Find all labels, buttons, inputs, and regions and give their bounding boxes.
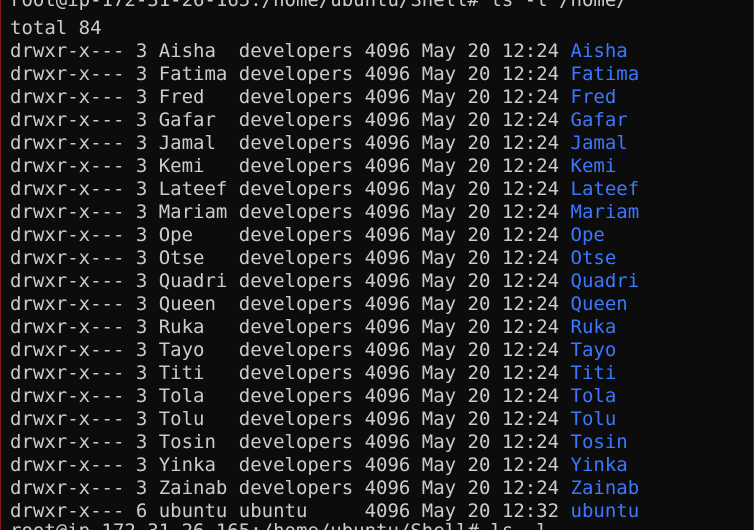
listing-row: drwxr-x--- 3 Tolu developers 4096 May 20… xyxy=(10,408,616,431)
next-command-prompt-line: root@ip-172-31-26-165:/home/ubuntu/Shell… xyxy=(10,520,548,530)
entry-metadata: drwxr-x--- 3 Aisha developers 4096 May 2… xyxy=(10,40,571,62)
directory-name: Aisha xyxy=(570,40,628,62)
directory-name: Mariam xyxy=(570,201,640,223)
directory-name: Tosin xyxy=(570,431,628,453)
listing-row: drwxr-x--- 3 Jamal developers 4096 May 2… xyxy=(10,132,628,155)
directory-name: Quadri xyxy=(570,270,640,292)
entry-metadata: drwxr-x--- 3 Mariam developers 4096 May … xyxy=(10,201,571,223)
entry-metadata: drwxr-x--- 3 Quadri developers 4096 May … xyxy=(10,270,571,292)
listing-row: drwxr-x--- 3 Kemi developers 4096 May 20… xyxy=(10,155,616,178)
entry-metadata: drwxr-x--- 3 Ope developers 4096 May 20 … xyxy=(10,224,571,246)
entry-metadata: drwxr-x--- 3 Tosin developers 4096 May 2… xyxy=(10,431,571,453)
listing-row: drwxr-x--- 3 Ruka developers 4096 May 20… xyxy=(10,316,616,339)
entry-metadata: drwxr-x--- 3 Titi developers 4096 May 20… xyxy=(10,362,571,384)
directory-name: ubuntu xyxy=(570,500,640,522)
directory-name: Fatima xyxy=(570,63,640,85)
directory-name: Otse xyxy=(570,247,617,269)
directory-name: Tola xyxy=(570,385,617,407)
listing-row: drwxr-x--- 3 Queen developers 4096 May 2… xyxy=(10,293,628,316)
directory-name: Zainab xyxy=(570,477,640,499)
entry-metadata: drwxr-x--- 3 Lateef developers 4096 May … xyxy=(10,178,571,200)
listing-row: drwxr-x--- 3 Tosin developers 4096 May 2… xyxy=(10,431,628,454)
listing-row: drwxr-x--- 3 Aisha developers 4096 May 2… xyxy=(10,40,628,63)
entry-metadata: drwxr-x--- 3 Gafar developers 4096 May 2… xyxy=(10,109,571,131)
directory-name: Tolu xyxy=(570,408,617,430)
listing-row: drwxr-x--- 3 Lateef developers 4096 May … xyxy=(10,178,639,201)
entry-metadata: drwxr-x--- 3 Tola developers 4096 May 20… xyxy=(10,385,571,407)
listing-row: drwxr-x--- 3 Quadri developers 4096 May … xyxy=(10,270,639,293)
entry-metadata: drwxr-x--- 3 Fatima developers 4096 May … xyxy=(10,63,571,85)
directory-name: Ope xyxy=(570,224,605,246)
listing-row: drwxr-x--- 3 Mariam developers 4096 May … xyxy=(10,201,639,224)
directory-name: Ruka xyxy=(570,316,617,338)
entry-metadata: drwxr-x--- 3 Zainab developers 4096 May … xyxy=(10,477,571,499)
directory-name: Queen xyxy=(570,293,628,315)
listing-row: drwxr-x--- 3 Tola developers 4096 May 20… xyxy=(10,385,616,408)
entry-metadata: drwxr-x--- 3 Fred developers 4096 May 20… xyxy=(10,86,571,108)
entry-metadata: drwxr-x--- 3 Ruka developers 4096 May 20… xyxy=(10,316,571,338)
listing-row: drwxr-x--- 3 Fred developers 4096 May 20… xyxy=(10,86,616,109)
directory-name: Tayo xyxy=(570,339,617,361)
listing-row: drwxr-x--- 3 Zainab developers 4096 May … xyxy=(10,477,639,500)
entry-metadata: drwxr-x--- 3 Kemi developers 4096 May 20… xyxy=(10,155,571,177)
listing-row: drwxr-x--- 3 Otse developers 4096 May 20… xyxy=(10,247,616,270)
entry-metadata: drwxr-x--- 6 ubuntu ubuntu 4096 May 20 1… xyxy=(10,500,571,522)
listing-row: drwxr-x--- 3 Gafar developers 4096 May 2… xyxy=(10,109,628,132)
listing-row: drwxr-x--- 3 Tayo developers 4096 May 20… xyxy=(10,339,616,362)
entry-metadata: drwxr-x--- 3 Jamal developers 4096 May 2… xyxy=(10,132,571,154)
entry-metadata: drwxr-x--- 3 Tolu developers 4096 May 20… xyxy=(10,408,571,430)
listing-row: drwxr-x--- 3 Fatima developers 4096 May … xyxy=(10,63,639,86)
entry-metadata: drwxr-x--- 3 Otse developers 4096 May 20… xyxy=(10,247,571,269)
directory-name: Yinka xyxy=(570,454,628,476)
listing-row: drwxr-x--- 3 Titi developers 4096 May 20… xyxy=(10,362,616,385)
directory-name: Kemi xyxy=(570,155,617,177)
listing-row: drwxr-x--- 3 Ope developers 4096 May 20 … xyxy=(10,224,605,247)
entry-metadata: drwxr-x--- 3 Tayo developers 4096 May 20… xyxy=(10,339,571,361)
command-prompt-line: root@ip-172-31-26-165:/home/ubuntu/Shell… xyxy=(10,0,628,11)
directory-name: Jamal xyxy=(570,132,628,154)
entry-metadata: drwxr-x--- 3 Yinka developers 4096 May 2… xyxy=(10,454,571,476)
total-line: total 84 xyxy=(10,17,102,39)
listing-row: drwxr-x--- 3 Yinka developers 4096 May 2… xyxy=(10,454,628,477)
entry-metadata: drwxr-x--- 3 Queen developers 4096 May 2… xyxy=(10,293,571,315)
directory-name: Titi xyxy=(570,362,617,384)
terminal-window[interactable]: root@ip-172-31-26-165:/home/ubuntu/Shell… xyxy=(0,0,754,530)
directory-name: Fred xyxy=(570,86,617,108)
directory-name: Gafar xyxy=(570,109,628,131)
directory-name: Lateef xyxy=(570,178,640,200)
